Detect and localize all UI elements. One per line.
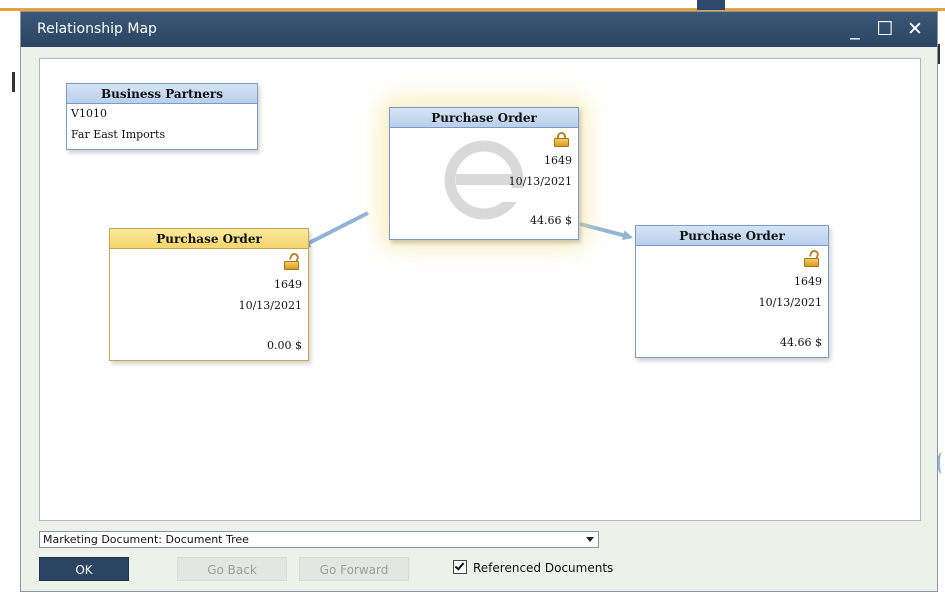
- minimize-button[interactable]: _: [843, 16, 867, 42]
- unlock-icon: [804, 248, 821, 267]
- background-top: [0, 0, 945, 8]
- node-header: Business Partners: [67, 84, 257, 104]
- title-bar[interactable]: Relationship Map _ ☐ ✕: [21, 12, 937, 47]
- connector-left: [300, 211, 369, 248]
- purchase-order-node-target[interactable]: Purchase Order 1649 10/13/2021 44.66 $: [635, 225, 829, 358]
- document-number: 1649: [794, 275, 822, 288]
- document-number: 1649: [274, 278, 302, 291]
- document-total: 0.00 $: [267, 339, 302, 352]
- relationship-map-window: Relationship Map _ ☐ ✕ Business Partners: [20, 11, 938, 592]
- screen: Relationship Map _ ☐ ✕ Business Partners: [0, 0, 945, 594]
- node-body: V1010 Far East Imports: [67, 104, 257, 149]
- document-number: 1649: [544, 154, 572, 167]
- background-divider: [12, 72, 15, 92]
- partner-code: V1010: [71, 107, 107, 120]
- unlock-icon: [284, 251, 301, 270]
- go-forward-button[interactable]: Go Forward: [299, 557, 409, 581]
- checkmark-icon: [454, 560, 465, 571]
- document-date: 10/13/2021: [238, 299, 302, 312]
- referenced-documents-checkbox[interactable]: [453, 560, 467, 574]
- node-body: 1649 10/13/2021 44.66 $: [636, 246, 828, 357]
- document-date: 10/13/2021: [758, 296, 822, 309]
- relationship-canvas[interactable]: Business Partners V1010 Far East Imports…: [39, 58, 921, 521]
- purchase-order-node-base[interactable]: Purchase Order 1649 10/13/2021 0.00 $: [109, 228, 309, 361]
- background-divider: [938, 44, 940, 64]
- ok-button[interactable]: OK: [39, 557, 129, 581]
- window-title: Relationship Map: [37, 21, 157, 37]
- node-body: 1649 10/13/2021 44.66 $: [390, 128, 578, 239]
- view-mode-value: Marketing Document: Document Tree: [43, 533, 249, 546]
- document-total: 44.66 $: [530, 214, 572, 227]
- node-header: Purchase Order: [636, 226, 828, 246]
- node-header: Purchase Order: [110, 229, 308, 249]
- document-date: 10/13/2021: [508, 175, 572, 188]
- lock-icon: [554, 132, 569, 147]
- node-body: 1649 10/13/2021 0.00 $: [110, 249, 308, 360]
- background-tab: [697, 0, 725, 10]
- go-back-button[interactable]: Go Back: [177, 557, 287, 581]
- connector-right: [579, 222, 633, 241]
- partner-name: Far East Imports: [71, 128, 166, 141]
- maximize-button[interactable]: ☐: [873, 16, 897, 42]
- view-mode-select[interactable]: Marketing Document: Document Tree: [39, 531, 599, 548]
- background-arc: [937, 452, 945, 474]
- business-partner-node[interactable]: Business Partners V1010 Far East Imports: [66, 83, 258, 150]
- close-button[interactable]: ✕: [903, 16, 927, 42]
- document-total: 44.66 $: [780, 336, 822, 349]
- purchase-order-node-current[interactable]: Purchase Order 1649 10/13/2021 44.66 $: [389, 107, 579, 240]
- dropdown-arrow-icon[interactable]: [586, 537, 594, 542]
- node-header: Purchase Order: [390, 108, 578, 128]
- referenced-documents-label[interactable]: Referenced Documents: [473, 561, 613, 575]
